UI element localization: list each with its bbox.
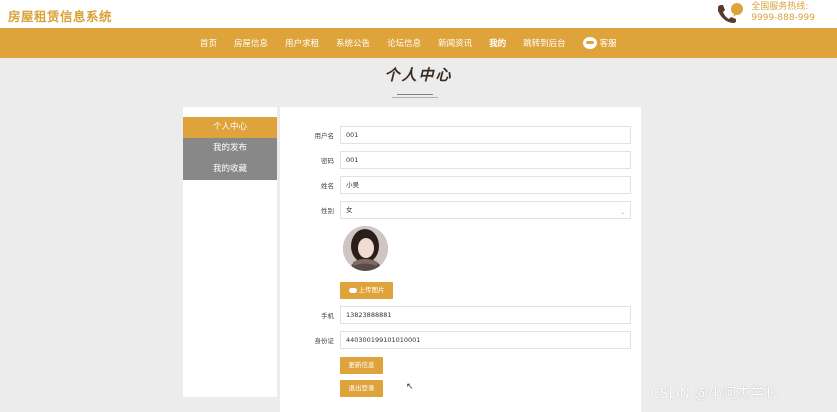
hotline-label: 全国服务热线:	[751, 2, 809, 12]
mouse-cursor-icon: ↖	[406, 382, 414, 392]
customer-service-link[interactable]: 客服	[582, 37, 617, 49]
password-row: 密码 001	[280, 151, 641, 169]
page-title: 个人中心	[384, 66, 453, 84]
password-field[interactable]: 001	[340, 151, 631, 169]
nav-home[interactable]: 首页	[200, 37, 217, 49]
top-bar: 房屋租赁信息系统 全国服务热线: 9999-888-999	[0, 0, 837, 28]
chat-icon	[582, 37, 597, 49]
nav-news[interactable]: 新闻资讯	[438, 37, 472, 49]
password-label: 密码	[321, 157, 334, 165]
phone-icon	[715, 2, 745, 24]
gender-label: 性别	[321, 207, 334, 215]
nav-announcements[interactable]: 系统公告	[336, 37, 370, 49]
gender-row: 性别 女 ⌄	[280, 201, 641, 219]
phone-field[interactable]: 13823888881	[340, 306, 631, 324]
update-info-button[interactable]: 更新信息	[340, 357, 383, 374]
sidebar: 个人中心 我的发布 我的收藏	[183, 107, 277, 397]
name-field[interactable]: 小吴	[340, 176, 631, 194]
username-row: 用户名 001	[280, 126, 641, 144]
hotline-number: 9999-888-999	[751, 13, 815, 23]
site-logo[interactable]: 房屋租赁信息系统	[8, 6, 112, 25]
sidebar-item-my-posts[interactable]: 我的发布	[183, 138, 277, 159]
phone-row: 手机 13823888881	[280, 306, 641, 324]
title-area: 个人中心	[0, 64, 837, 85]
nav-admin[interactable]: 跳转到后台	[523, 37, 566, 49]
title-divider	[392, 97, 438, 98]
gender-value: 女	[346, 206, 353, 214]
idcard-field[interactable]: 440300199101010001	[340, 331, 631, 349]
idcard-row: 身份证 440300199101010001	[280, 331, 641, 349]
cloud-upload-icon	[348, 287, 357, 293]
gender-select[interactable]: 女 ⌄	[340, 201, 631, 219]
avatar	[343, 226, 388, 271]
sidebar-item-profile[interactable]: 个人中心	[183, 117, 277, 138]
username-field[interactable]: 001	[340, 126, 631, 144]
phone-label: 手机	[321, 312, 334, 320]
nav-mine[interactable]: 我的	[489, 37, 506, 49]
main-nav: 首页 房屋信息 用户求租 系统公告 论坛信息 新闻资讯 我的 跳转到后台 客服	[0, 28, 837, 58]
profile-form: 用户名 001 密码 001 姓名 小吴 性别 女 ⌄ 上传图片 手机 1382…	[280, 107, 641, 412]
upload-image-label: 上传图片	[358, 286, 385, 294]
name-row: 姓名 小吴	[280, 176, 641, 194]
title-divider	[397, 94, 433, 95]
watermark: CSDN @小阿杰学长	[650, 386, 779, 402]
nav-forum[interactable]: 论坛信息	[387, 37, 421, 49]
name-label: 姓名	[321, 182, 334, 190]
nav-rent-request[interactable]: 用户求租	[285, 37, 319, 49]
username-label: 用户名	[314, 132, 335, 140]
logout-button[interactable]: 退出登录	[340, 380, 383, 397]
nav-house-info[interactable]: 房屋信息	[234, 37, 268, 49]
sidebar-item-favorites[interactable]: 我的收藏	[183, 159, 277, 180]
upload-image-button[interactable]: 上传图片	[340, 282, 393, 299]
hotline: 全国服务热线: 9999-888-999	[715, 2, 815, 24]
customer-service-label: 客服	[599, 39, 617, 49]
idcard-label: 身份证	[314, 337, 335, 345]
chevron-down-icon: ⌄	[619, 209, 625, 216]
